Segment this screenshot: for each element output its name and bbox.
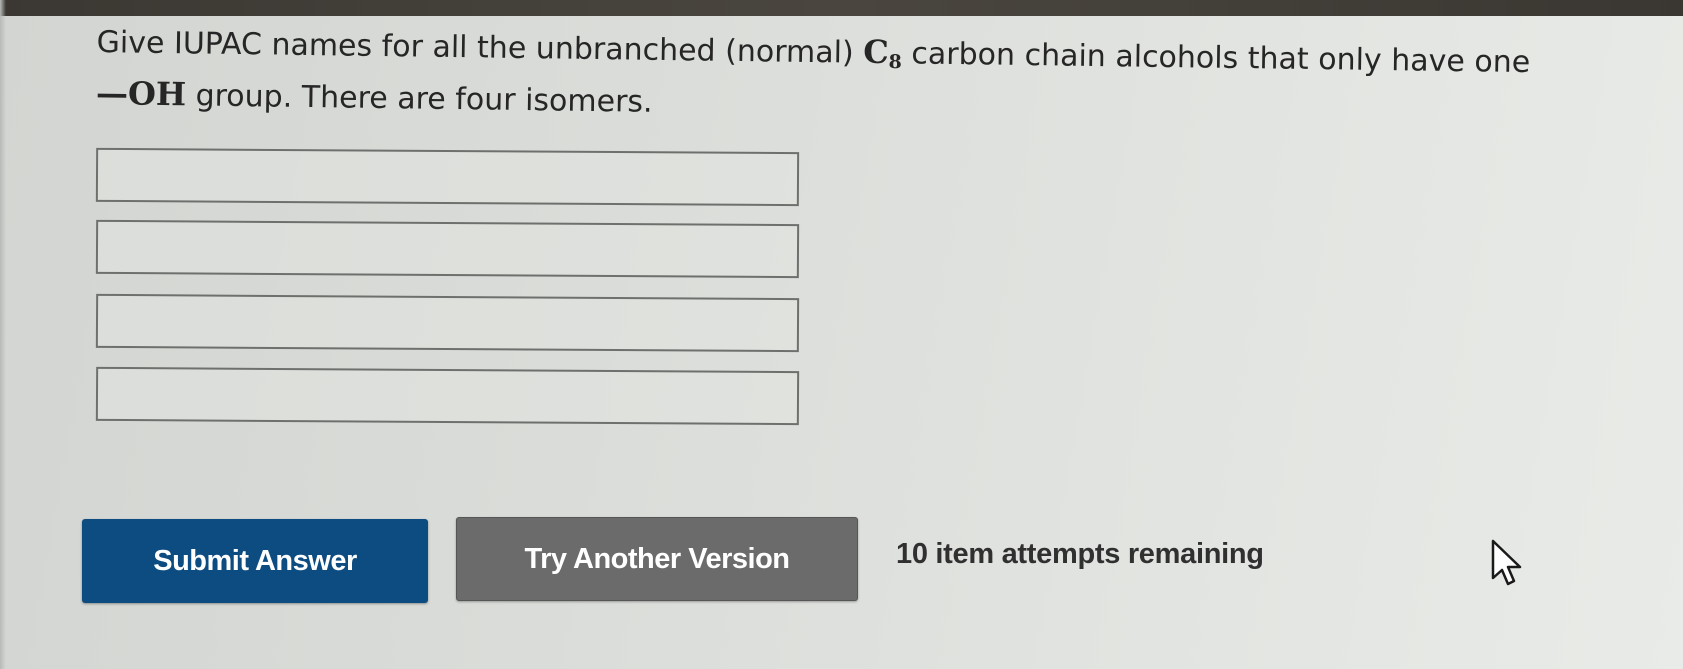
try-another-version-button[interactable]: Try Another Version bbox=[456, 517, 858, 601]
question-part-2: carbon chain alcohols that only have one bbox=[901, 36, 1531, 81]
attempts-remaining-text: 10 item attempts remaining bbox=[896, 538, 1264, 570]
left-edge-shadow bbox=[0, 0, 6, 669]
answer-input-1[interactable] bbox=[95, 147, 800, 207]
mouse-pointer-icon bbox=[1491, 539, 1522, 586]
answer-input-3[interactable] bbox=[95, 293, 800, 353]
formula-symbol: C bbox=[862, 32, 889, 72]
formula-subscript: 8 bbox=[888, 51, 902, 74]
submit-answer-button[interactable]: Submit Answer bbox=[82, 519, 428, 603]
answer-input-2[interactable] bbox=[95, 219, 800, 279]
question-text: Give IUPAC names for all the unbranched … bbox=[96, 20, 1577, 137]
hydroxyl-group: —OH bbox=[95, 73, 187, 114]
answer-input-4[interactable] bbox=[95, 366, 800, 426]
window-top-bar bbox=[0, 0, 1683, 16]
question-part-3: group. There are four isomers. bbox=[185, 78, 653, 120]
question-part-1: Give IUPAC names for all the unbranched … bbox=[96, 24, 864, 71]
